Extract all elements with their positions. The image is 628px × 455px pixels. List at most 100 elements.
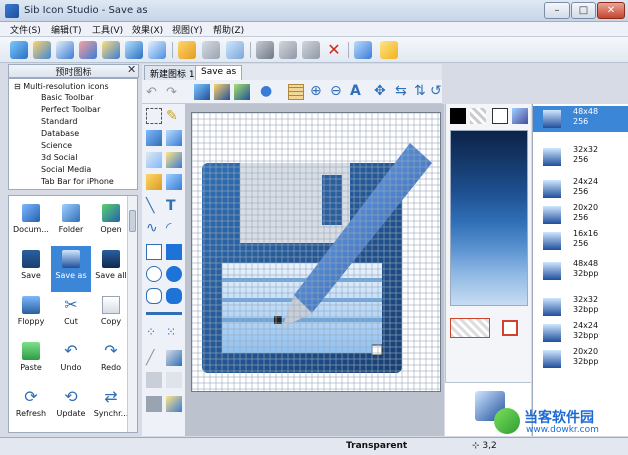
open-button[interactable] bbox=[33, 41, 51, 59]
tree-item-3d-social[interactable]: 3d Social bbox=[41, 153, 77, 162]
flip-horizontal-icon[interactable]: ⇆ bbox=[395, 83, 407, 99]
grid-item-copy[interactable]: Copy bbox=[91, 292, 131, 338]
hand-icon[interactable] bbox=[178, 41, 196, 59]
blur-icon[interactable]: ╱ bbox=[146, 350, 162, 366]
clone-icon[interactable] bbox=[146, 372, 162, 388]
ellipse-icon[interactable] bbox=[146, 266, 162, 282]
text-icon[interactable]: T bbox=[166, 198, 182, 214]
grid-item-undo[interactable]: ↶ Undo bbox=[51, 338, 91, 384]
size-item-32-256[interactable]: 32x32 256 bbox=[533, 144, 628, 170]
swap-colors-icon[interactable] bbox=[512, 108, 528, 124]
size-item-48-256[interactable]: 48x48 256 bbox=[533, 106, 628, 132]
import-button[interactable] bbox=[102, 41, 120, 59]
fill-icon[interactable] bbox=[166, 152, 182, 168]
secondary-color-swatch[interactable] bbox=[492, 108, 508, 124]
primary-color-swatch[interactable] bbox=[450, 108, 466, 124]
dots-icon[interactable]: ⁘ bbox=[146, 324, 162, 340]
grid-item-save[interactable]: Save bbox=[11, 246, 51, 292]
tree-item-science[interactable]: Science bbox=[41, 141, 72, 150]
layer-1-icon[interactable] bbox=[194, 84, 210, 100]
size-item-32-32bpp[interactable]: 32x32 32bpp bbox=[533, 294, 628, 320]
grid-item-redo[interactable]: ↷ Redo bbox=[91, 338, 131, 384]
minimize-button[interactable]: – bbox=[544, 2, 570, 19]
menu-view[interactable]: 视图(Y) bbox=[172, 23, 203, 36]
grid-item-paste[interactable]: Paste bbox=[11, 338, 51, 384]
zoom-in-icon[interactable]: ⊕ bbox=[310, 83, 322, 99]
grid-scrollbar[interactable] bbox=[127, 196, 137, 432]
menu-tools[interactable]: 工具(V) bbox=[92, 23, 123, 36]
size-item-24-256[interactable]: 24x24 256 bbox=[533, 176, 628, 202]
export-button[interactable] bbox=[125, 41, 143, 59]
rounded-rect-icon[interactable] bbox=[146, 288, 162, 304]
menu-help[interactable]: 帮助(Z) bbox=[213, 23, 244, 36]
copy-icon[interactable] bbox=[279, 41, 297, 59]
size-item-20-32bpp[interactable]: 20x20 32bpp bbox=[533, 346, 628, 372]
eraser-icon[interactable] bbox=[166, 130, 182, 146]
new-icon-button[interactable] bbox=[10, 41, 28, 59]
select-rect-icon[interactable] bbox=[146, 108, 162, 124]
menu-file[interactable]: 文件(S) bbox=[10, 23, 41, 36]
flip-vertical-icon[interactable]: ⇅ bbox=[414, 83, 426, 99]
move-icon[interactable]: ✥ bbox=[374, 83, 386, 99]
layer-3-icon[interactable] bbox=[234, 84, 250, 100]
tree-item-root[interactable]: ⊟ Multi-resolution icons bbox=[14, 82, 109, 91]
help-icon[interactable] bbox=[380, 41, 398, 59]
brush-settings-icon[interactable] bbox=[354, 41, 372, 59]
grid-item-save-as[interactable]: Save as bbox=[51, 246, 91, 292]
layer-2-icon[interactable] bbox=[214, 84, 230, 100]
line-icon[interactable]: ╲ bbox=[146, 198, 162, 214]
grid-item-refresh[interactable]: ⟳ Refresh bbox=[11, 384, 51, 430]
undo-icon[interactable]: ↶ bbox=[146, 85, 157, 100]
shadow-icon[interactable] bbox=[166, 372, 182, 388]
grid-item-folder[interactable]: Folder bbox=[51, 200, 91, 246]
transparent-color-box[interactable] bbox=[450, 318, 490, 338]
grid-icon[interactable] bbox=[288, 84, 304, 100]
tree-item-social-media[interactable]: Social Media bbox=[41, 165, 91, 174]
dots-large-icon[interactable]: ⁙ bbox=[166, 324, 182, 340]
size-item-24-32bpp[interactable]: 24x24 32bpp bbox=[533, 320, 628, 346]
arc-icon[interactable]: ◜ bbox=[166, 220, 182, 236]
save-as-button[interactable] bbox=[79, 41, 97, 59]
pixel-canvas[interactable] bbox=[191, 112, 441, 392]
grid-item-floppy[interactable]: Floppy bbox=[11, 292, 51, 338]
curve-icon[interactable]: ∿ bbox=[146, 220, 162, 236]
line-width-icon[interactable] bbox=[146, 312, 182, 315]
filled-rectangle-icon[interactable] bbox=[166, 244, 182, 260]
delete-icon[interactable]: ✕ bbox=[325, 41, 343, 59]
scrollbar-thumb[interactable] bbox=[129, 210, 136, 232]
cut-icon[interactable] bbox=[256, 41, 274, 59]
transparent-swatch[interactable] bbox=[470, 108, 486, 124]
properties-button[interactable] bbox=[148, 41, 166, 59]
filled-rounded-rect-icon[interactable] bbox=[166, 288, 182, 304]
grid-item-synchronize[interactable]: ⇄ Synchr... bbox=[91, 384, 131, 430]
size-item-20-256[interactable]: 20x20 256 bbox=[533, 202, 628, 228]
drop-icon[interactable]: ● bbox=[260, 83, 272, 99]
emboss-icon[interactable] bbox=[146, 396, 162, 412]
spray-icon[interactable] bbox=[166, 174, 182, 190]
grid-item-save-all[interactable]: Save all bbox=[91, 246, 131, 292]
redo-icon[interactable]: ↷ bbox=[166, 85, 177, 100]
close-button[interactable]: ✕ bbox=[597, 2, 625, 19]
tab-save-as[interactable]: Save as bbox=[195, 65, 243, 80]
filled-ellipse-icon[interactable] bbox=[166, 266, 182, 282]
paste-icon[interactable] bbox=[302, 41, 320, 59]
save-button[interactable] bbox=[56, 41, 74, 59]
tree-item-basic-toolbar[interactable]: Basic Toolbar bbox=[41, 93, 94, 102]
size-item-16-256[interactable]: 16x16 256 bbox=[533, 228, 628, 254]
tree-item-tab-bar[interactable]: Tab Bar for iPhone bbox=[41, 177, 114, 186]
palette-gradient[interactable] bbox=[450, 130, 528, 306]
rectangle-icon[interactable] bbox=[146, 244, 162, 260]
grid-item-cut[interactable]: ✂ Cut bbox=[51, 292, 91, 338]
magic-wand-icon[interactable]: ✎ bbox=[166, 108, 182, 124]
effects-icon[interactable] bbox=[166, 396, 182, 412]
tree-item-database[interactable]: Database bbox=[41, 129, 79, 138]
tree-item-standard[interactable]: Standard bbox=[41, 117, 77, 126]
rotate-left-icon[interactable]: ↺ bbox=[430, 83, 442, 99]
tab-new-icon-1[interactable]: 新建图标 1 bbox=[144, 65, 201, 80]
panel-close-icon[interactable]: ✕ bbox=[127, 63, 136, 76]
grid-item-documents[interactable]: Docum... bbox=[11, 200, 51, 246]
sharpen-icon[interactable] bbox=[166, 350, 182, 366]
grid-item-update[interactable]: ⟲ Update bbox=[51, 384, 91, 430]
menu-effects[interactable]: 效果(X) bbox=[132, 23, 163, 36]
tree-item-perfect-toolbar[interactable]: Perfect Toolbar bbox=[41, 105, 100, 114]
